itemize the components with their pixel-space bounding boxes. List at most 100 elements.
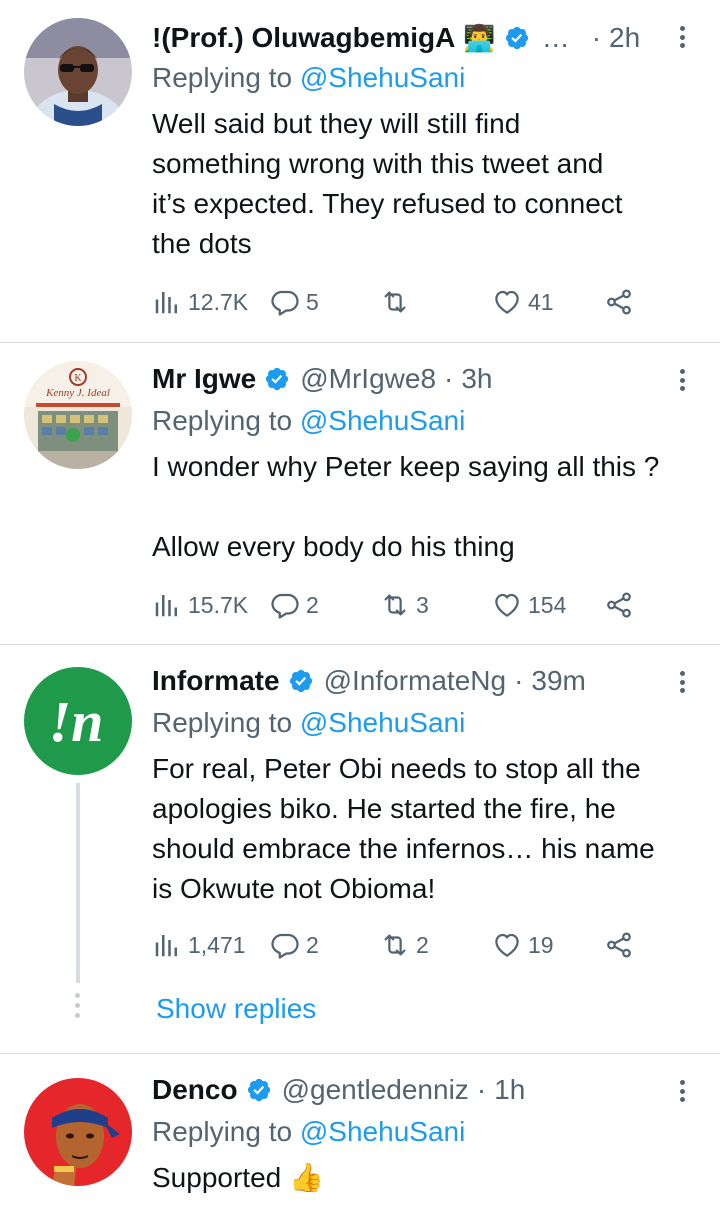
replying-to-label: Replying to [152, 1116, 293, 1147]
retweet-icon [380, 590, 410, 620]
more-options-icon[interactable] [672, 1076, 692, 1106]
separator: · [514, 665, 524, 696]
display-name[interactable]: !(Prof.) OluwagbemigA [152, 22, 455, 54]
views-icon [152, 930, 182, 960]
display-name[interactable]: Mr Igwe [152, 363, 256, 395]
views-icon [152, 287, 182, 317]
tweet-1[interactable]: !(Prof.) OluwagbemigA 👨‍💻 … · 2h Replyin… [0, 0, 720, 342]
display-name[interactable]: Informate [152, 665, 280, 697]
reply-icon [270, 930, 300, 960]
avatar[interactable]: K Kenny J. Ideal [24, 361, 132, 469]
views-button[interactable]: 1,471 [152, 927, 246, 963]
verified-badge-icon [288, 668, 314, 694]
reply-button[interactable]: 2 [270, 927, 319, 963]
share-icon [604, 930, 634, 960]
retweet-count: 2 [416, 931, 429, 958]
reply-count: 5 [306, 288, 319, 315]
reply-count: 2 [306, 591, 319, 618]
thread-line [76, 783, 80, 983]
retweet-button[interactable]: 3 [380, 587, 429, 623]
avatar-sign-text: Kenny J. Ideal [45, 387, 110, 399]
like-button[interactable]: 41 [492, 284, 554, 320]
like-button[interactable]: 154 [492, 587, 566, 623]
tweet-3[interactable]: !n Informate @InformateNg · 39m Replying… [0, 645, 720, 1053]
timestamp[interactable]: 2h [609, 22, 640, 54]
timestamp[interactable]: 1h [494, 1074, 525, 1106]
tweet-actions: 12.7K 5 41 [152, 284, 652, 320]
views-count: 12.7K [188, 288, 249, 315]
handle[interactable]: @gentledenniz [282, 1074, 469, 1106]
timestamp[interactable]: 39m [531, 665, 585, 697]
tweet-header: Mr Igwe @MrIgwe8 · 3h [152, 359, 700, 399]
avatar-logo-text: !n [49, 689, 104, 754]
views-count: 1,471 [188, 931, 246, 958]
verified-badge-icon [246, 1077, 272, 1103]
like-count: 41 [528, 288, 554, 315]
show-replies-link[interactable]: Show replies [156, 989, 316, 1029]
like-icon [492, 930, 522, 960]
thread-dots [75, 993, 81, 1023]
reply-count: 2 [306, 931, 319, 958]
replying-to-label: Replying to [152, 707, 293, 738]
handle[interactable]: … [542, 22, 570, 54]
retweet-icon [380, 930, 410, 960]
reply-button[interactable]: 2 [270, 587, 319, 623]
avatar[interactable]: !n [24, 667, 132, 775]
retweet-icon [380, 287, 410, 317]
like-count: 19 [528, 931, 554, 958]
retweet-button[interactable] [380, 284, 416, 320]
replying-to: Replying to @ShehuSani [152, 1112, 465, 1152]
avatar[interactable] [24, 18, 132, 126]
display-name[interactable]: Denco [152, 1074, 238, 1106]
tweet-header: !(Prof.) OluwagbemigA 👨‍💻 … · 2h [152, 18, 700, 58]
replying-to: Replying to @ShehuSani [152, 401, 465, 441]
tweet-actions: 1,471 2 2 19 [152, 927, 652, 963]
timestamp[interactable]: 3h [461, 363, 492, 395]
tweet-text: For real, Peter Obi needs to stop all th… [152, 753, 655, 904]
retweet-button[interactable]: 2 [380, 927, 429, 963]
replying-to-mention[interactable]: @ShehuSani [300, 405, 465, 436]
replying-to: Replying to @ShehuSani [152, 58, 465, 98]
share-icon [604, 590, 634, 620]
views-count: 15.7K [188, 591, 249, 618]
more-options-icon[interactable] [672, 365, 692, 395]
handle[interactable]: @MrIgwe8 [300, 363, 436, 395]
like-icon [492, 287, 522, 317]
views-button[interactable]: 12.7K [152, 284, 248, 320]
reply-icon [270, 287, 300, 317]
separator: · [476, 1074, 487, 1105]
more-options-icon[interactable] [672, 22, 692, 52]
like-icon [492, 590, 522, 620]
replying-to-mention[interactable]: @ShehuSani [300, 62, 465, 93]
handle[interactable]: @InformateNg [324, 665, 507, 697]
separator: · [591, 22, 602, 53]
reply-button[interactable]: 5 [270, 284, 319, 320]
tweet-header: Denco @gentledenniz · 1h [152, 1070, 700, 1110]
views-icon [152, 590, 182, 620]
replying-to: Replying to @ShehuSani [152, 703, 465, 743]
share-button[interactable] [604, 587, 634, 623]
replying-to-mention[interactable]: @ShehuSani [300, 1116, 465, 1147]
tweet-text: Well said but they will still find somet… [152, 108, 623, 259]
share-button[interactable] [604, 927, 634, 963]
reply-icon [270, 590, 300, 620]
tweet-text: I wonder why Peter keep saying all this … [152, 451, 660, 562]
share-icon [604, 287, 634, 317]
more-options-icon[interactable] [672, 667, 692, 697]
tweet-header: Informate @InformateNg · 39m [152, 661, 700, 701]
verified-badge-icon [504, 25, 530, 51]
replying-to-mention[interactable]: @ShehuSani [300, 707, 465, 738]
avatar[interactable] [24, 1078, 132, 1186]
share-button[interactable] [604, 284, 634, 320]
verified-badge-icon [264, 366, 290, 392]
tweet-actions: 15.7K 2 3 154 [152, 587, 652, 623]
tweet-2[interactable]: K Kenny J. Ideal Mr Igwe @MrIgwe8 · 3h R… [0, 343, 720, 643]
like-count: 154 [528, 591, 567, 618]
svg-text:K: K [74, 373, 82, 384]
technologist-emoji-icon: 👨‍💻 [463, 22, 496, 53]
like-button[interactable]: 19 [492, 927, 554, 963]
separator: · [444, 363, 454, 394]
views-button[interactable]: 15.7K [152, 587, 248, 623]
retweet-count: 3 [416, 591, 429, 618]
tweet-4[interactable]: Denco @gentledenniz · 1h Replying to @Sh… [0, 1054, 720, 1213]
